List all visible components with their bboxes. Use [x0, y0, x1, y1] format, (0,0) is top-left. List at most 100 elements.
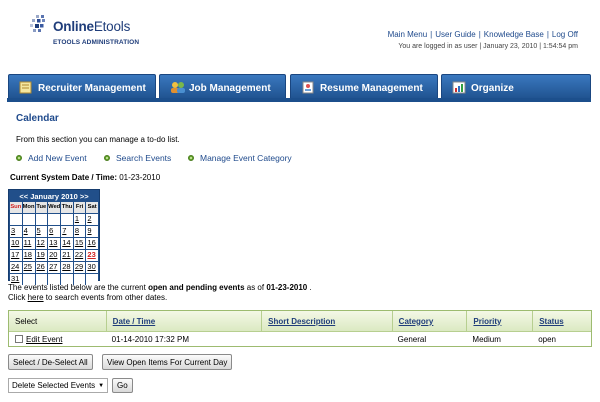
calendar-day[interactable]: 14 [61, 238, 73, 249]
col-short-description[interactable]: Short Description [261, 311, 392, 331]
chart-icon [452, 81, 466, 94]
calendar-day[interactable]: 16 [86, 238, 98, 249]
cell-date-time: 01-14-2010 17:32 PM [111, 334, 190, 344]
calendar-day[interactable]: 4 [22, 226, 35, 237]
bulk-action-select[interactable]: Delete Selected Events ▼ [8, 378, 109, 393]
tab-label: Job Management [189, 83, 271, 94]
action-label: Add New Event [28, 153, 87, 163]
calendar-day[interactable]: 12 [35, 238, 48, 249]
col-date-time[interactable]: Date / Time [105, 311, 261, 331]
calendar-day[interactable]: 26 [35, 262, 48, 273]
action-label: Manage Event Category [200, 153, 292, 163]
main-menu-link[interactable]: Main Menu [388, 30, 428, 39]
manage-event-category-link[interactable]: Manage Event Category [188, 153, 292, 163]
tab-label: Recruiter Management [38, 83, 146, 94]
calendar-day-header: Fri [73, 202, 86, 213]
table-header: Select Date / Time Short Description Cat… [9, 311, 591, 332]
logged-in-status: You are logged in as user | January 23, … [398, 43, 578, 50]
calendar-day[interactable]: 21 [61, 250, 73, 261]
tab-underline [7, 98, 591, 102]
logo-subtitle: ETOOLS ADMINISTRATION [53, 39, 140, 46]
tab-organize[interactable]: Organize [441, 74, 591, 99]
calendar-day[interactable]: 24 [10, 262, 22, 273]
current-date-value: 01-23-2010 [119, 173, 161, 182]
bullet-icon [104, 155, 110, 161]
add-new-event-link[interactable]: Add New Event [16, 153, 87, 163]
top-links: Main Menu | User Guide | Knowledge Base | Log … [387, 30, 578, 39]
calendar-day[interactable]: 3 [10, 226, 22, 237]
tab-job-management[interactable]: Job Management [159, 74, 286, 99]
current-date: Current System Date / Time: 01-23-2010 [10, 173, 160, 182]
calendar-day[interactable]: 29 [73, 262, 86, 273]
calendar-day-header: Tue [35, 202, 48, 213]
calendar-day-header: Sun [10, 202, 22, 213]
calendar-day[interactable]: 19 [35, 250, 48, 261]
logo-dots-icon [30, 15, 45, 32]
calendar-empty-cell [10, 214, 22, 225]
col-category[interactable]: Category [391, 311, 467, 331]
calendar-day[interactable]: 5 [35, 226, 48, 237]
events-table: Select Date / Time Short Description Cat… [8, 310, 592, 347]
calendar-day-header: Wed [48, 202, 61, 213]
calendar-day-header: Sat [86, 202, 98, 213]
row-checkbox[interactable] [15, 335, 23, 343]
calendar-day[interactable]: 13 [48, 238, 61, 249]
calendar-day[interactable]: 11 [22, 238, 35, 249]
col-select: Select [15, 316, 38, 326]
page-intro: From this section you can manage a to-do… [16, 135, 180, 144]
calendar-empty-cell [61, 214, 73, 225]
calendar-grid: Sun Mon Tue Wed Thu Fri Sat 1 2 3 4 5 6 7 8 9 10 11 12 13 14… [10, 202, 98, 285]
calendar-day[interactable]: 23 [86, 250, 98, 261]
user-guide-link[interactable]: User Guide [435, 30, 475, 39]
tab-label: Resume Management [320, 83, 423, 94]
bullet-icon [16, 155, 22, 161]
calendar-day[interactable]: 28 [61, 262, 73, 273]
view-open-items-button[interactable]: View Open Items For Current Day [102, 354, 233, 370]
calendar-day[interactable]: 22 [73, 250, 86, 261]
calendar-day[interactable]: 1 [73, 214, 86, 225]
calendar-day[interactable]: 2 [86, 214, 98, 225]
calendar-day-header: Thu [61, 202, 73, 213]
col-status[interactable]: Status [532, 311, 591, 331]
notepad-icon [19, 81, 33, 94]
col-priority[interactable]: Priority [466, 311, 532, 331]
edit-event-link[interactable]: Edit Event [26, 335, 62, 344]
calendar-day[interactable]: 6 [48, 226, 61, 237]
calendar-day[interactable]: 15 [73, 238, 86, 249]
knowledge-base-link[interactable]: Knowledge Base [484, 30, 544, 39]
tab-resume-management[interactable]: Resume Management [290, 74, 438, 99]
go-button[interactable]: Go [112, 378, 133, 393]
calendar-month-nav[interactable]: << January 2010 >> [10, 191, 98, 202]
dropdown-arrow-icon: ▼ [98, 382, 105, 389]
search-events-link[interactable]: Search Events [104, 153, 171, 163]
action-label: Search Events [116, 153, 172, 163]
people-icon [170, 81, 185, 94]
calendar-day[interactable]: 9 [86, 226, 98, 237]
search-other-dates-link[interactable]: here [28, 293, 44, 302]
calendar-day[interactable]: 17 [10, 250, 22, 261]
calendar-day[interactable]: 18 [22, 250, 35, 261]
calendar-day[interactable]: 30 [86, 262, 98, 273]
cell-priority: Medium [472, 334, 501, 344]
calendar-empty-cell [22, 214, 35, 225]
cell-status: open [538, 334, 556, 344]
calendar-day[interactable]: 8 [73, 226, 86, 237]
logo-title: OnlineEtools [53, 19, 131, 34]
bullet-icon [188, 155, 194, 161]
calendar-day[interactable]: 7 [61, 226, 73, 237]
listing-info: The events listed below are the current … [8, 283, 312, 302]
select-deselect-all-button[interactable]: Select / De-Select All [8, 354, 93, 370]
logo[interactable]: OnlineEtools ETOOLS ADMINISTRATION [28, 14, 158, 54]
calendar-day[interactable]: 10 [10, 238, 22, 249]
resume-icon [301, 81, 315, 94]
calendar-day[interactable]: 20 [48, 250, 61, 261]
page-title: Calendar [16, 113, 59, 124]
mini-calendar: << January 2010 >> Sun Mon Tue Wed Thu Fri Sat… [8, 189, 100, 285]
log-off-link[interactable]: Log Off [552, 30, 578, 39]
calendar-day[interactable]: 27 [48, 262, 61, 273]
tab-recruiter-management[interactable]: Recruiter Management [8, 74, 156, 99]
current-date-label: Current System Date / Time: [10, 173, 117, 182]
calendar-day[interactable]: 25 [22, 262, 35, 273]
calendar-empty-cell [35, 214, 48, 225]
cell-category: General [397, 334, 427, 344]
